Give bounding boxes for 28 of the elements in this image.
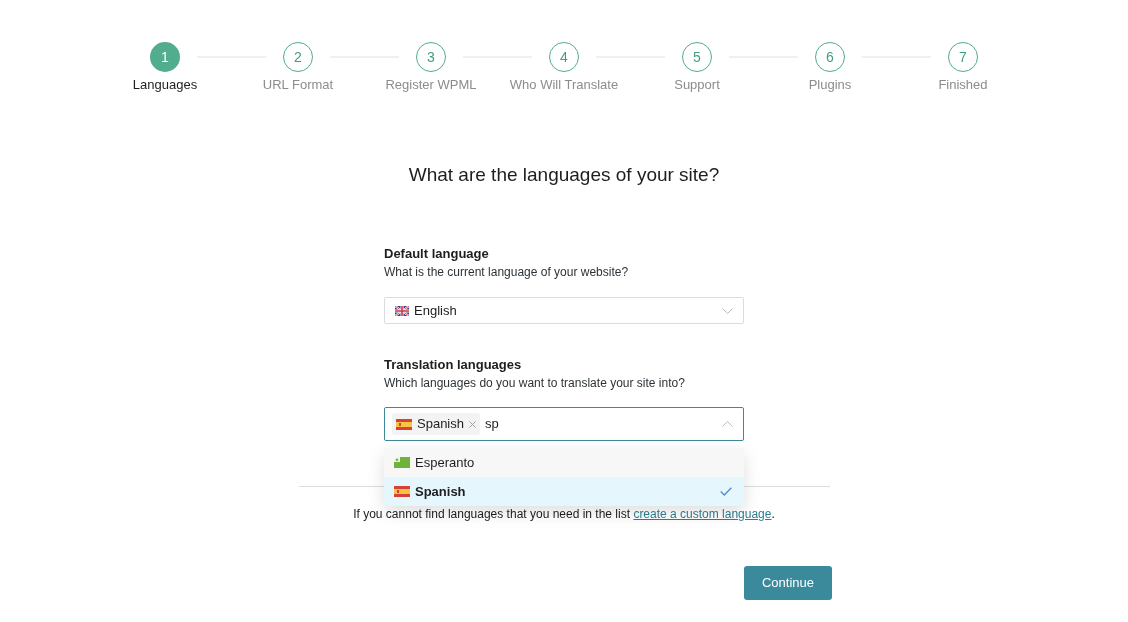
step-label: Who Will Translate [509, 76, 619, 94]
flag-icon [395, 305, 409, 316]
language-select[interactable]: English [384, 297, 744, 324]
step-label: Register WPML [385, 76, 477, 94]
chip-label: Spanish [417, 415, 464, 434]
field-label: Default language [384, 245, 490, 263]
flag-icon [394, 486, 410, 497]
search-text: sp [485, 415, 500, 434]
page-title: What are the languages of your site? [408, 163, 720, 187]
field-label: Translation languages [384, 356, 523, 374]
step-label: Support [674, 76, 720, 94]
flag-icon [394, 457, 410, 468]
flag-icon [396, 418, 412, 430]
step-label: Languages [132, 76, 198, 94]
check-icon [720, 487, 732, 496]
step-label: Finished [938, 76, 988, 94]
continue-button[interactable]: Continue [744, 566, 832, 600]
step-label: Plugins [808, 76, 852, 94]
language-multiselect[interactable]: Spanish sp [384, 407, 744, 441]
step-label: URL Format [262, 76, 334, 94]
dropdown-option[interactable]: Esperanto [384, 448, 744, 477]
chevron-up-icon [722, 421, 733, 427]
close-icon[interactable] [469, 420, 476, 428]
chevron-down-icon [722, 307, 733, 314]
field-description: What is the current language of your website? [384, 264, 630, 281]
dropdown-option[interactable]: Spanish [384, 477, 744, 506]
field-description: Which languages do you want to translate your site into? [384, 375, 686, 392]
help-text: If you cannot find languages that you need in the list create a custom language. [353, 506, 775, 523]
